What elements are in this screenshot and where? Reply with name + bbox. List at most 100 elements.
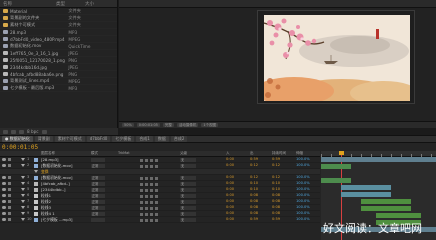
- new-composition-icon[interactable]: [19, 129, 24, 134]
- layer-duration[interactable]: 0:08: [272, 211, 280, 215]
- parent-dropdown[interactable]: 无: [180, 182, 196, 186]
- expand-triangle-icon[interactable]: [21, 176, 25, 179]
- layer-name[interactable]: [4bfcab_afbd..]: [41, 181, 86, 186]
- parent-dropdown[interactable]: 无: [180, 200, 196, 204]
- parent-dropdown[interactable]: 无: [180, 158, 196, 162]
- switch-quality-icon[interactable]: [150, 159, 153, 162]
- layer-duration-bar[interactable]: [321, 178, 351, 183]
- layer-out-point[interactable]: 0:08: [250, 211, 258, 215]
- parent-dropdown[interactable]: 无: [180, 212, 196, 216]
- parent-dropdown[interactable]: 无: [180, 194, 196, 198]
- expand-triangle-icon[interactable]: [21, 164, 25, 167]
- project-item[interactable]: 2344kdbb16d.jpg JPEG: [0, 64, 117, 71]
- layer-duration[interactable]: 0:08: [272, 199, 280, 203]
- composition-tab[interactable]: ● 数据初始化: [2, 136, 33, 142]
- layer-duration-bar[interactable]: [341, 192, 391, 197]
- viewer-control[interactable]: 0:00:01:05: [136, 123, 160, 127]
- layer-label-color[interactable]: [34, 206, 38, 210]
- current-time-indicator-head[interactable]: [339, 151, 344, 155]
- column-type[interactable]: 类型: [56, 1, 65, 7]
- switch-collapse-icon[interactable]: [145, 159, 148, 162]
- layer-duration[interactable]: 0:12: [272, 163, 280, 167]
- expand-triangle-icon[interactable]: [21, 206, 25, 209]
- layer-stretch[interactable]: 100.0%: [296, 163, 310, 167]
- layer-out-point[interactable]: 0:59: [250, 157, 258, 161]
- layer-label-color[interactable]: [34, 158, 38, 162]
- layer-label-color[interactable]: [34, 164, 38, 168]
- expand-triangle-icon[interactable]: [21, 218, 25, 221]
- header-in[interactable]: 入: [226, 151, 230, 156]
- switch-fx-icon[interactable]: [155, 177, 158, 180]
- layer-duration-bar[interactable]: [361, 199, 411, 204]
- layer-stretch[interactable]: 100.0%: [296, 193, 310, 197]
- switch-fx-icon[interactable]: [155, 213, 158, 216]
- layer-out-point[interactable]: 0:12: [250, 175, 258, 179]
- layer-out-point[interactable]: 0:08: [250, 193, 258, 197]
- layer-label-color[interactable]: [34, 212, 38, 216]
- layer-label-color[interactable]: [34, 176, 38, 180]
- visibility-eye-icon[interactable]: [2, 182, 6, 185]
- header-duration[interactable]: 持续时间: [272, 151, 286, 156]
- viewer-control[interactable]: 活动摄像机: [176, 123, 199, 127]
- switch-collapse-icon[interactable]: [145, 183, 148, 186]
- blend-mode-dropdown[interactable]: [91, 218, 105, 222]
- switch-quality-icon[interactable]: [150, 189, 153, 192]
- layer-label-color[interactable]: [34, 182, 38, 186]
- layer-stretch[interactable]: 100.0%: [296, 211, 310, 215]
- visibility-eye-icon[interactable]: [2, 188, 6, 191]
- project-item[interactable]: d7bbFd0_video_480P.mp4 MPEG: [0, 36, 117, 43]
- visibility-eye-icon[interactable]: [2, 200, 6, 203]
- blend-mode-dropdown[interactable]: 正常: [91, 164, 105, 168]
- interpret-footage-icon[interactable]: [3, 129, 8, 134]
- switch-shy-icon[interactable]: [140, 177, 143, 180]
- project-item[interactable]: 25f0051_12170028_1.png PNG: [0, 57, 117, 64]
- switch-collapse-icon[interactable]: [145, 219, 148, 222]
- project-item[interactable]: 28.mp3 MP3: [0, 29, 117, 36]
- layer-in-point[interactable]: 0:00: [226, 157, 234, 161]
- expand-triangle-icon[interactable]: [34, 170, 38, 173]
- header-layer-name[interactable]: 图层名称: [41, 151, 55, 156]
- blend-mode-dropdown[interactable]: [91, 158, 105, 162]
- switch-fx-icon[interactable]: [155, 201, 158, 204]
- layer-duration-bar[interactable]: [341, 185, 391, 190]
- layer-duration-bar[interactable]: [376, 213, 421, 218]
- layer-name[interactable]: [七夕模板 ...mp3]: [41, 217, 86, 223]
- switch-collapse-icon[interactable]: [145, 165, 148, 168]
- viewer-control[interactable]: 50%: [122, 123, 134, 127]
- composition-tab[interactable]: 数据: [154, 136, 169, 142]
- project-item[interactable]: 七夕模板 - 最后版.mp3 MP3: [0, 85, 117, 92]
- composition-tab[interactable]: d7bbFd0: [86, 136, 111, 142]
- switch-shy-icon[interactable]: [140, 219, 143, 222]
- switch-quality-icon[interactable]: [150, 207, 153, 210]
- blend-mode-dropdown[interactable]: 正常: [91, 188, 105, 192]
- composition-tab[interactable]: 七夕模板: [112, 136, 135, 142]
- solo-icon[interactable]: [8, 194, 11, 197]
- layer-stretch[interactable]: 100.0%: [296, 217, 310, 221]
- layer-duration-bar[interactable]: [321, 164, 351, 169]
- switch-quality-icon[interactable]: [150, 201, 153, 204]
- layer-duration[interactable]: 0:12: [272, 175, 280, 179]
- project-item[interactable]: 素材个可模式 文件夹: [0, 22, 117, 29]
- layer-in-point[interactable]: 0:00: [226, 211, 234, 215]
- switch-fx-icon[interactable]: [155, 207, 158, 210]
- new-folder-icon[interactable]: [11, 129, 16, 134]
- header-trkmat[interactable]: TrkMat: [118, 151, 130, 155]
- current-time-display[interactable]: 0:00:01:05: [2, 144, 38, 151]
- parent-dropdown[interactable]: 无: [180, 176, 196, 180]
- project-item[interactable]: 背景副的文件夹 文件夹: [0, 15, 117, 22]
- expand-triangle-icon[interactable]: [21, 200, 25, 203]
- layer-stretch[interactable]: 100.0%: [296, 175, 310, 179]
- switch-shy-icon[interactable]: [140, 213, 143, 216]
- parent-dropdown[interactable]: 无: [180, 164, 196, 168]
- blend-mode-dropdown[interactable]: 正常: [91, 200, 105, 204]
- blend-mode-dropdown[interactable]: 正常: [91, 212, 105, 216]
- expand-triangle-icon[interactable]: [21, 182, 25, 185]
- layer-duration[interactable]: 0:10: [272, 181, 280, 185]
- expand-triangle-icon[interactable]: [21, 212, 25, 215]
- blend-mode-dropdown[interactable]: 正常: [91, 176, 105, 180]
- layer-duration[interactable]: 0:08: [272, 205, 280, 209]
- layer-stretch[interactable]: 100.0%: [296, 187, 310, 191]
- switch-fx-icon[interactable]: [155, 159, 158, 162]
- trash-icon[interactable]: [41, 129, 47, 134]
- switch-quality-icon[interactable]: [150, 177, 153, 180]
